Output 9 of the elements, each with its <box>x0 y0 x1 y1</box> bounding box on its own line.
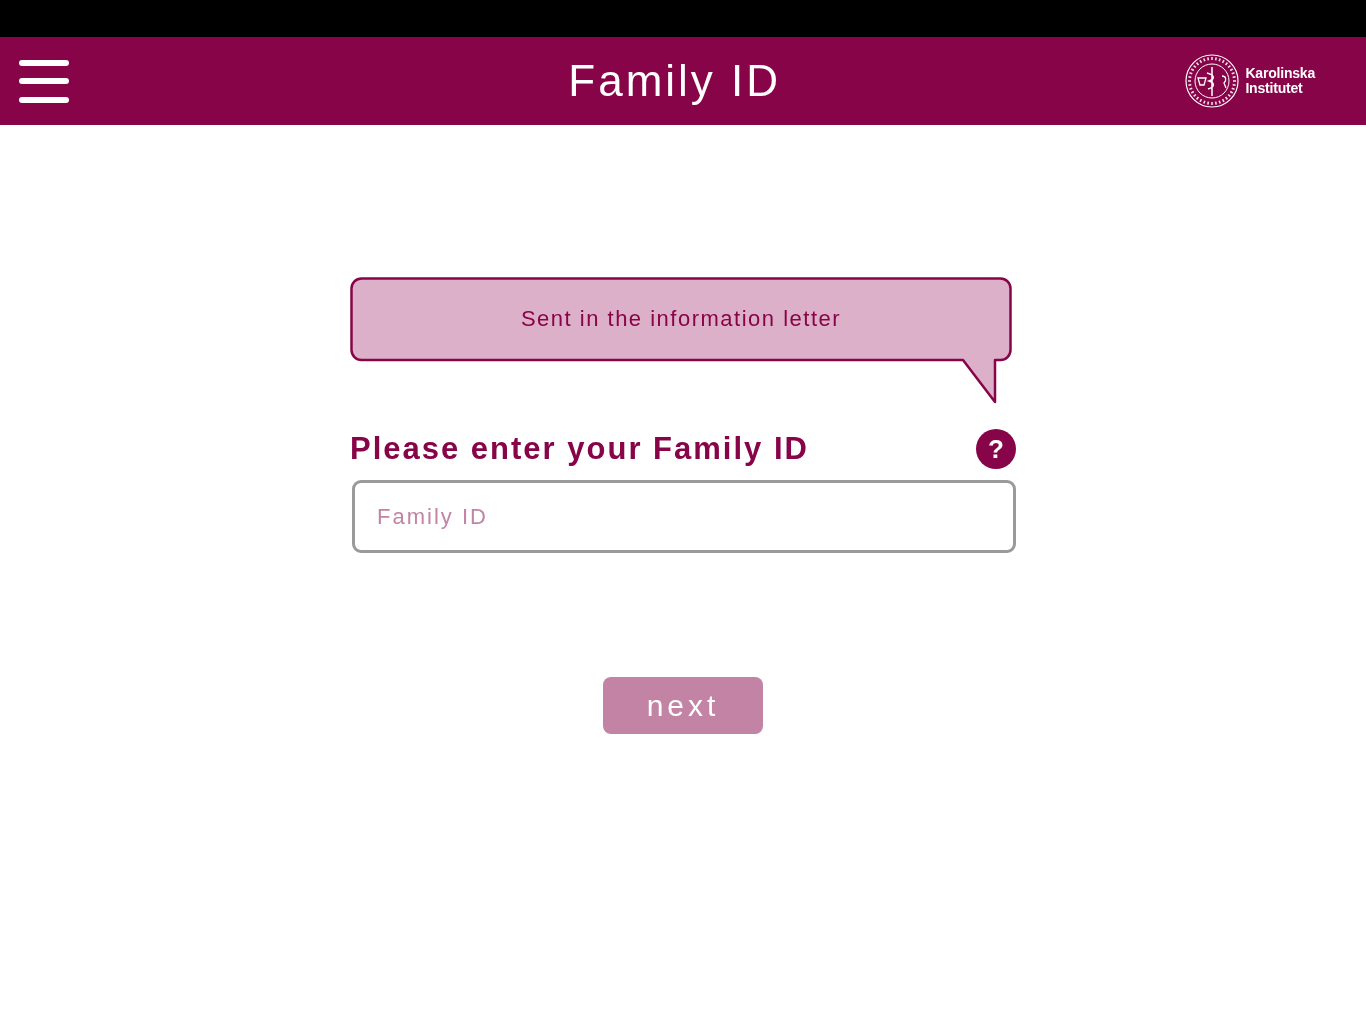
page-title: Family ID <box>568 59 782 103</box>
help-button[interactable]: ? <box>976 429 1016 469</box>
field-label: Please enter your Family ID <box>350 430 809 468</box>
menu-button[interactable] <box>19 59 69 103</box>
family-id-input[interactable]: Family ID <box>352 480 1016 553</box>
menu-icon <box>19 59 69 103</box>
seal-emblem-icon <box>1185 54 1240 108</box>
logo-wordmark: Karolinska Institutet <box>1245 66 1315 96</box>
bubble-text: Sent in the information letter <box>520 308 842 330</box>
